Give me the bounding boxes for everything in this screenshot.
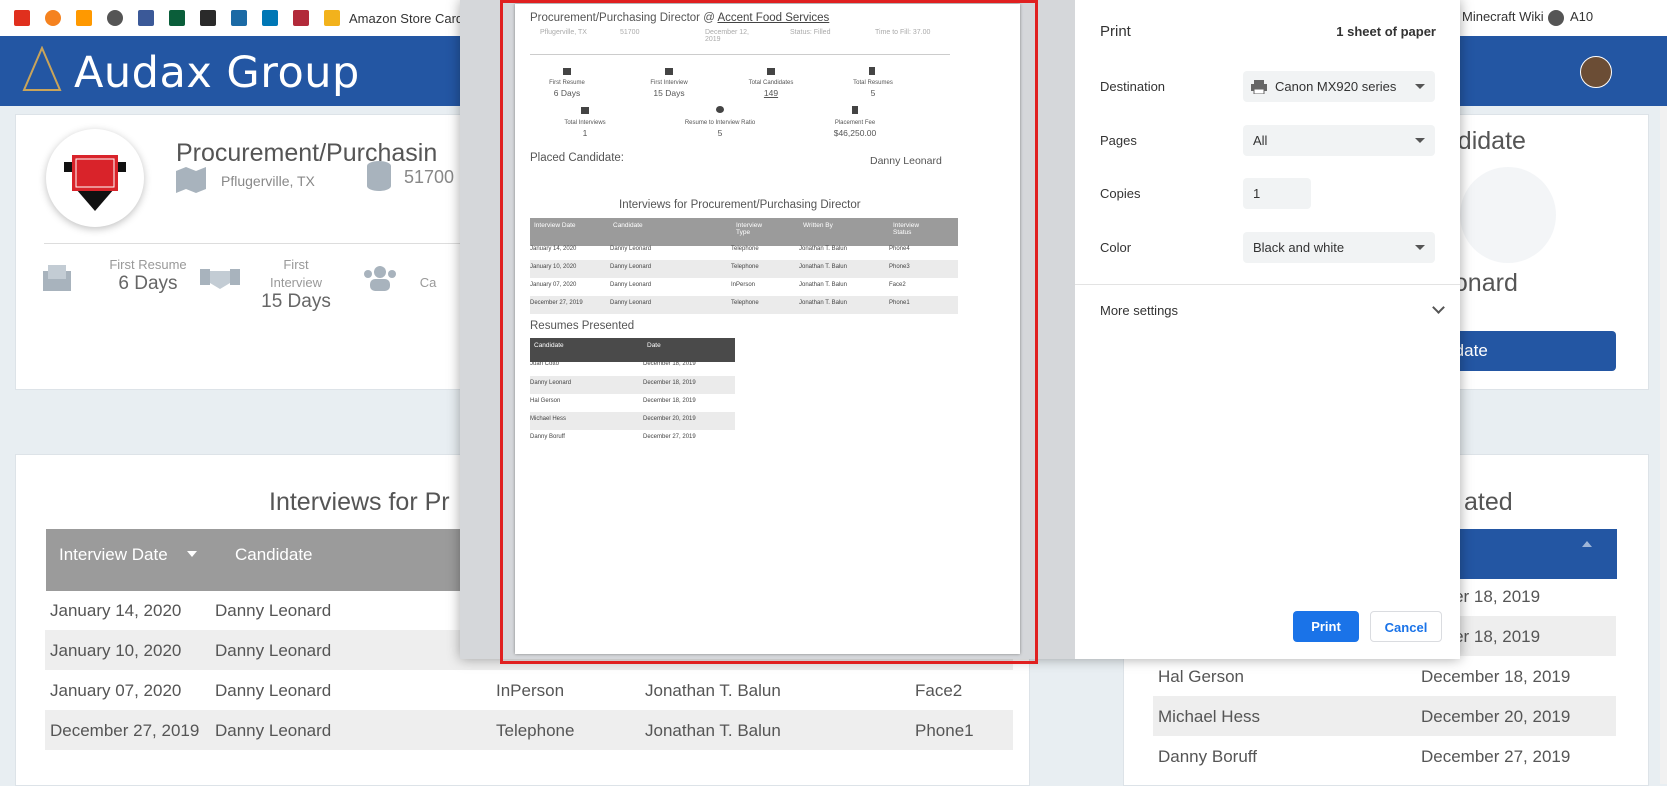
- bookmark-icon-10[interactable]: [293, 10, 309, 26]
- amazon-icon[interactable]: [76, 10, 92, 26]
- chevron-down-icon: [1415, 245, 1425, 250]
- resume-date: December 27, 2019: [1421, 747, 1571, 766]
- resume-envelope-icon: [43, 265, 71, 291]
- globe-icon[interactable]: [1548, 10, 1564, 26]
- first-interview-label-2: Interview: [269, 275, 323, 290]
- table-row[interactable]: December 27, 2019 Danny Leonard Telephon…: [45, 710, 1013, 750]
- row-type: Telephone: [496, 721, 575, 740]
- first-resume-value: 6 Days: [118, 273, 178, 294]
- row-candidate: Danny Leonard: [215, 681, 332, 700]
- map-pin-icon: [176, 167, 206, 193]
- total-candidates-label-partial: Ca: [419, 275, 437, 290]
- pages-label: Pages: [1100, 133, 1137, 148]
- sort-down-icon[interactable]: [187, 551, 197, 557]
- job-title: Procurement/Purchasin: [176, 139, 438, 167]
- color-label: Color: [1100, 240, 1132, 255]
- first-interview-label-1: First: [283, 257, 309, 272]
- interviews-title: Interviews for Pr: [269, 488, 450, 516]
- table-row[interactable]: January 07, 2020 Danny Leonard InPerson …: [45, 670, 1013, 710]
- row-date: December 27, 2019: [50, 721, 200, 740]
- bookmark-amazon-store-card[interactable]: Amazon Store Card: [349, 11, 463, 26]
- copies-value: 1: [1253, 186, 1261, 201]
- page-scrollbar[interactable]: [1660, 106, 1667, 784]
- resume-name: Michael Hess: [1158, 707, 1261, 726]
- list-item[interactable]: Danny Boruff December 27, 2019: [1153, 736, 1616, 776]
- row-candidate: Danny Leonard: [215, 721, 332, 740]
- pages-select[interactable]: All: [1243, 125, 1435, 156]
- row-type: InPerson: [496, 681, 565, 700]
- print-settings-panel: Print 1 sheet of paper Destination Canon…: [1075, 0, 1460, 659]
- globe-icon[interactable]: [107, 10, 123, 26]
- col-candidate[interactable]: Candidate: [235, 545, 313, 565]
- bookmark-minecraft-wiki[interactable]: Minecraft Wiki: [1462, 9, 1544, 24]
- row-status: Phone1: [915, 721, 974, 740]
- brand-name[interactable]: Audax Group: [74, 48, 360, 98]
- highlight-frame: [500, 0, 1038, 664]
- row-writer: Jonathan T. Balun: [645, 721, 781, 740]
- row-candidate: Danny Leonard: [215, 641, 332, 660]
- accent-logo-icon: [64, 155, 126, 211]
- printer-icon: [1251, 80, 1267, 94]
- bookmark-icon-1[interactable]: [14, 10, 30, 26]
- cancel-button[interactable]: Cancel: [1370, 611, 1442, 642]
- row-date: January 10, 2020: [50, 641, 182, 660]
- row-writer: Jonathan T. Balun: [645, 681, 781, 700]
- bookmark-icon-8[interactable]: [231, 10, 247, 26]
- chevron-down-icon[interactable]: [1432, 301, 1445, 314]
- copies-label: Copies: [1100, 186, 1141, 201]
- divider: [44, 243, 464, 244]
- sheet-count: 1 sheet of paper: [1336, 24, 1436, 39]
- resume-date: December 20, 2019: [1421, 707, 1571, 726]
- more-settings-toggle[interactable]: More settings: [1100, 303, 1178, 318]
- list-item[interactable]: Michael Hess December 20, 2019: [1153, 696, 1616, 736]
- row-date: January 07, 2020: [50, 681, 182, 700]
- row-date: January 14, 2020: [50, 601, 182, 620]
- candidate-avatar: [1460, 167, 1556, 263]
- row-status: Face2: [915, 681, 963, 700]
- job-zip: 51700: [404, 167, 455, 187]
- resumes-title: ated: [1464, 488, 1513, 516]
- chevron-down-icon: [1415, 84, 1425, 89]
- users-icon: [364, 266, 396, 291]
- chevron-down-icon: [1415, 138, 1425, 143]
- bookmark-icon-7[interactable]: [200, 10, 216, 26]
- user-avatar[interactable]: [1580, 56, 1612, 88]
- bookmark-icon-6[interactable]: [169, 10, 185, 26]
- print-title: Print: [1100, 23, 1131, 40]
- destination-select[interactable]: Canon MX920 series F: [1243, 71, 1435, 102]
- resume-name: Hal Gerson: [1158, 667, 1244, 686]
- handshake-icon: [200, 269, 240, 289]
- amazon-store-card-icon[interactable]: [324, 10, 340, 26]
- audax-logo-icon: [22, 46, 62, 91]
- print-button[interactable]: Print: [1293, 611, 1359, 642]
- job-location: Pflugerville, TX: [221, 173, 315, 189]
- bookmark-icon-2[interactable]: [45, 10, 61, 26]
- settings-divider: [1075, 284, 1460, 285]
- facebook-icon[interactable]: [138, 10, 154, 26]
- color-select[interactable]: Black and white: [1243, 232, 1435, 263]
- col-interview-date[interactable]: Interview Date: [59, 545, 168, 565]
- sort-up-icon[interactable]: [1582, 541, 1592, 547]
- row-candidate: Danny Leonard: [215, 601, 332, 620]
- resume-date: December 18, 2019: [1421, 667, 1571, 686]
- copies-input[interactable]: 1: [1243, 178, 1311, 209]
- first-interview-value: 15 Days: [261, 291, 331, 312]
- list-item[interactable]: Hal Gerson December 18, 2019: [1153, 656, 1616, 696]
- resume-name: Danny Boruff: [1158, 747, 1257, 766]
- first-resume-label: First Resume: [109, 257, 187, 272]
- linkedin-icon[interactable]: [262, 10, 278, 26]
- destination-value: Canon MX920 series F: [1275, 79, 1401, 94]
- company-logo: [46, 129, 144, 227]
- pages-value: All: [1253, 133, 1268, 148]
- bookmark-a10[interactable]: A10: [1570, 9, 1593, 24]
- color-value: Black and white: [1253, 240, 1345, 255]
- database-icon: [367, 161, 391, 191]
- destination-label: Destination: [1100, 79, 1166, 94]
